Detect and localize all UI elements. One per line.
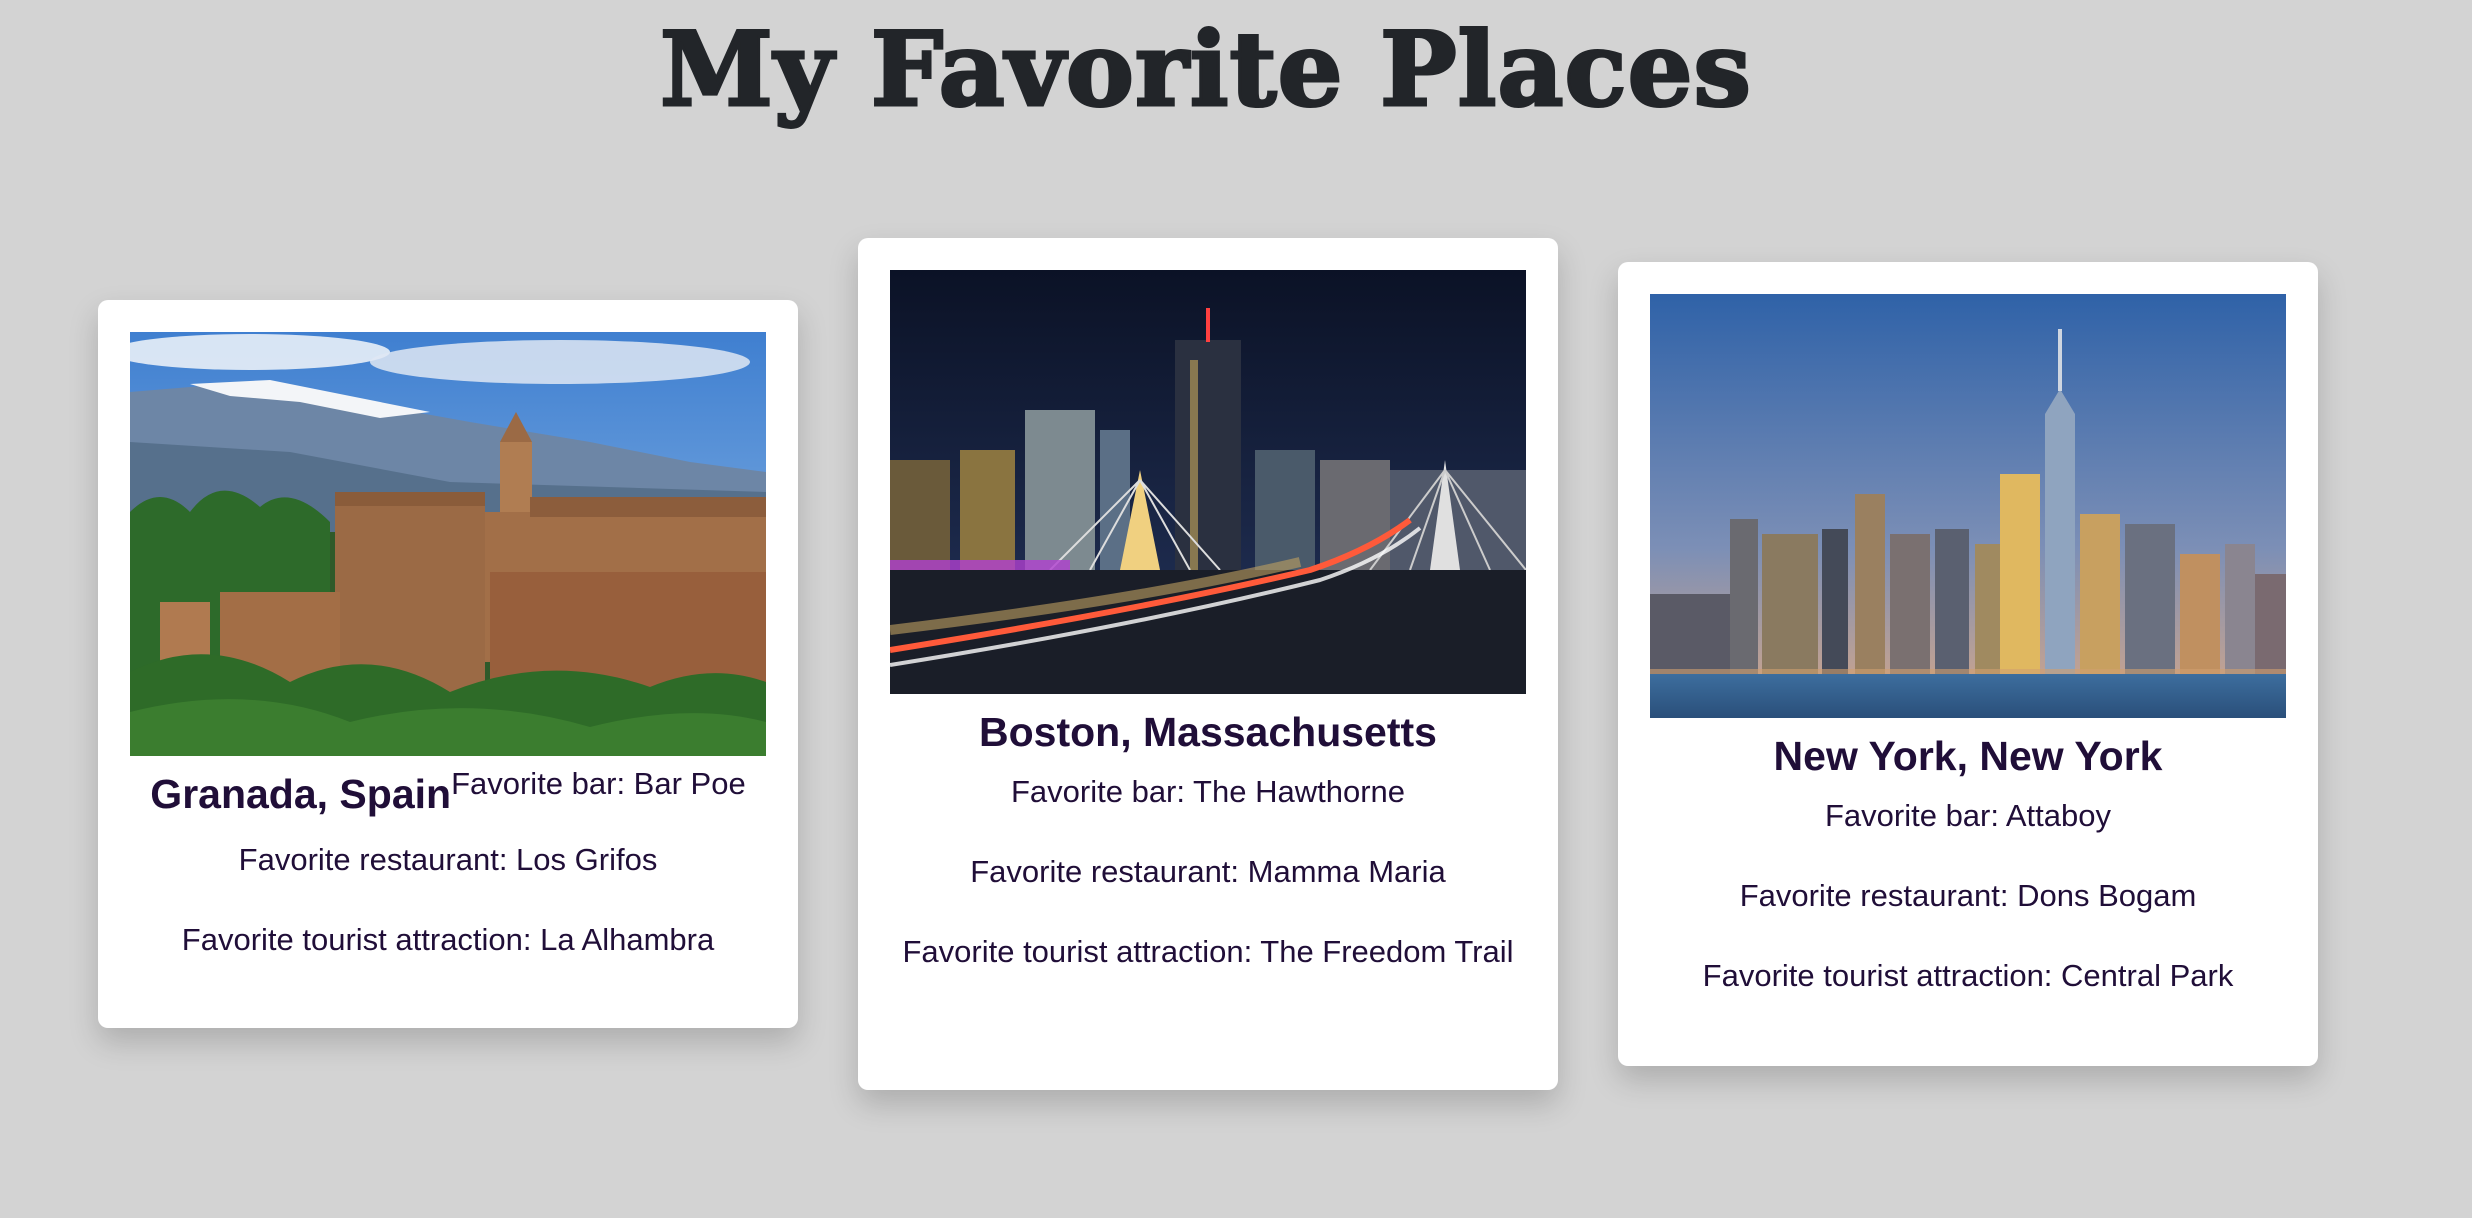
card-title: Granada, Spain xyxy=(150,771,452,817)
place-card-new-york: New York, New York Favorite bar: Attaboy… xyxy=(1618,262,2318,1066)
place-card-granada: Granada, Spain Favorite bar: Bar Poe Fav… xyxy=(98,300,798,1028)
favorite-attraction: Favorite tourist attraction: Central Par… xyxy=(1702,958,2234,993)
favorite-bar: Favorite bar: Bar Poe xyxy=(451,766,746,801)
card-title: New York, New York xyxy=(1773,733,2163,779)
page-title: My Favorite Places xyxy=(659,9,1753,132)
new-york-skyline-photo xyxy=(1650,294,2286,718)
granada-alhambra-photo xyxy=(130,332,766,756)
favorite-restaurant: Favorite restaurant: Los Grifos xyxy=(238,842,658,877)
favorite-restaurant: Favorite restaurant: Mamma Maria xyxy=(970,854,1446,889)
favorite-bar: Favorite bar: The Hawthorne xyxy=(1010,774,1405,809)
favorite-bar: Favorite bar: Attaboy xyxy=(1824,798,2112,833)
favorite-attraction: Favorite tourist attraction: La Alhambra xyxy=(181,922,715,957)
place-card-boston: Boston, Massachusetts Favorite bar: The … xyxy=(858,238,1558,1090)
favorite-attraction: Favorite tourist attraction: The Freedom… xyxy=(902,934,1514,969)
favorite-restaurant: Favorite restaurant: Dons Bogam xyxy=(1739,878,2197,913)
boston-skyline-night-photo xyxy=(890,270,1526,694)
card-title: Boston, Massachusetts xyxy=(979,709,1437,755)
